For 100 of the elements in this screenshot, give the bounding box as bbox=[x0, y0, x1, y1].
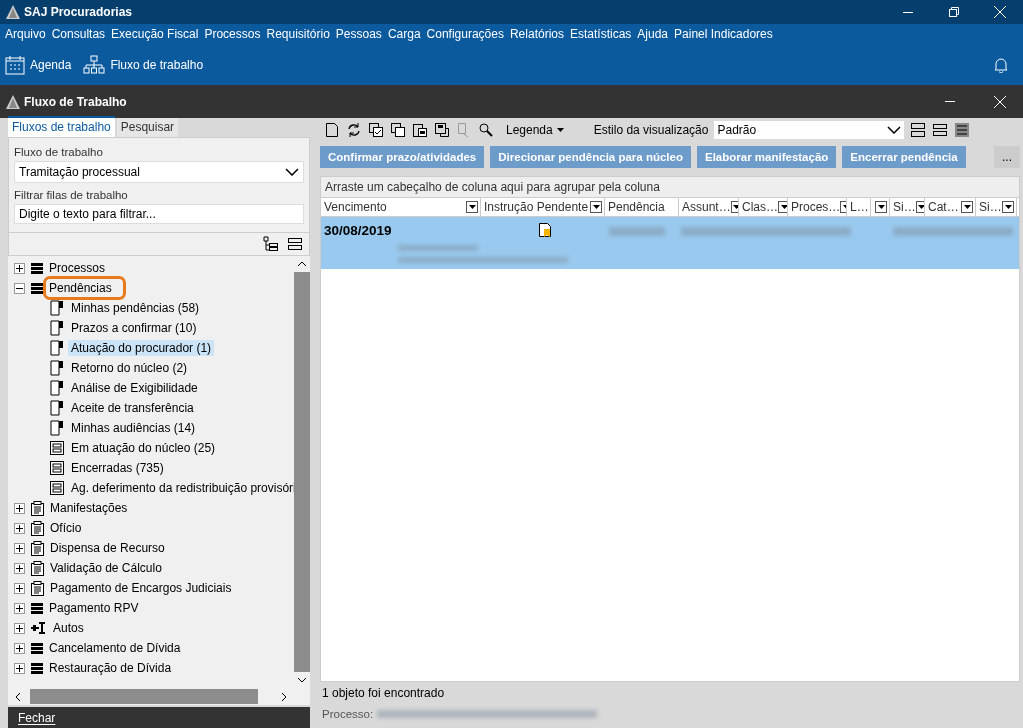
plus-icon bbox=[16, 584, 23, 592]
menu-item[interactable]: Painel Indicadores bbox=[672, 27, 777, 41]
column-header[interactable]: Si… bbox=[890, 198, 925, 216]
filter-dropdown[interactable] bbox=[875, 201, 887, 213]
app-logo-icon bbox=[6, 5, 20, 19]
plus-icon bbox=[16, 524, 23, 532]
menu-item[interactable]: Execução Fiscal bbox=[109, 27, 203, 41]
view-style-dropdown[interactable]: Padrão bbox=[714, 121, 905, 139]
filter-dropdown[interactable] bbox=[466, 201, 478, 213]
document-flag-icon bbox=[50, 340, 64, 356]
menu-item[interactable]: Requisitório bbox=[264, 27, 334, 41]
tree-item[interactable]: Pagamento de Encargos Judiciais bbox=[48, 580, 234, 596]
menu-item[interactable]: Ajuda bbox=[635, 27, 673, 41]
tree-item[interactable]: Retorno do núcleo (2) bbox=[68, 360, 191, 376]
tree-item[interactable]: Cancelamento de Dívida bbox=[47, 640, 183, 656]
chevron-right-icon[interactable] bbox=[280, 691, 288, 702]
expand-toggle[interactable] bbox=[14, 662, 25, 674]
bell-icon[interactable] bbox=[994, 56, 1008, 73]
paste-icon[interactable] bbox=[412, 122, 428, 138]
tree-item[interactable]: Minhas audiências (14) bbox=[68, 420, 199, 436]
more-button[interactable]: ... bbox=[994, 146, 1020, 168]
clipboard-icon bbox=[31, 520, 44, 536]
new-document-icon[interactable] bbox=[324, 122, 340, 138]
close-icon[interactable] bbox=[994, 6, 1006, 18]
tree-view-icon[interactable] bbox=[263, 236, 279, 252]
tree-item[interactable]: Em atuação do núcleo (25) bbox=[68, 440, 219, 456]
clipboard-icon bbox=[31, 540, 44, 556]
tree-item[interactable]: Dispensa de Recurso bbox=[48, 540, 167, 556]
filter-dropdown[interactable] bbox=[778, 201, 787, 213]
expand-toggle[interactable] bbox=[14, 522, 25, 534]
tree-item[interactable]: Atuação do procurador (1) bbox=[68, 340, 215, 356]
tree-item[interactable]: Encerradas (735) bbox=[68, 460, 167, 476]
toolbar-button[interactable]: Agenda bbox=[30, 57, 72, 72]
column-header[interactable]: Pendência bbox=[605, 198, 679, 216]
column-header[interactable]: Vencimento bbox=[321, 198, 481, 216]
tree-item[interactable]: Análise de Exigibilidade bbox=[68, 380, 201, 396]
workflow-dropdown[interactable]: Tramitação processual bbox=[14, 161, 304, 183]
filter-dropdown[interactable] bbox=[915, 201, 924, 213]
menu-item[interactable]: Arquivo bbox=[3, 27, 50, 41]
plus-icon bbox=[16, 624, 23, 632]
column-header[interactable]: Instrução Pendente bbox=[481, 198, 605, 216]
legend-dropdown[interactable]: Legenda bbox=[506, 123, 564, 137]
tree-item[interactable]: Restauração de Dívida bbox=[47, 660, 174, 676]
tree-item[interactable]: Ofício bbox=[48, 520, 84, 536]
close-button[interactable]: Fechar bbox=[8, 707, 310, 728]
tree-item[interactable]: Pagamento RPV bbox=[47, 600, 141, 616]
filter-dropdown[interactable] bbox=[590, 201, 602, 213]
tree-item[interactable]: Processos bbox=[47, 260, 108, 276]
filter-input[interactable]: Digite o texto para filtrar... bbox=[14, 204, 304, 224]
tree-item[interactable]: Ag. deferimento da redistribuição provisóri bbox=[68, 480, 294, 496]
expand-toggle[interactable] bbox=[14, 602, 25, 614]
close-icon[interactable] bbox=[994, 95, 1006, 108]
filter-dropdown[interactable] bbox=[1002, 201, 1014, 213]
checked-copy-icon[interactable] bbox=[368, 122, 384, 138]
menu-item[interactable]: Carga bbox=[385, 27, 425, 41]
chevron-left-icon[interactable] bbox=[14, 691, 22, 702]
tree-item[interactable]: Aceite de transferência bbox=[68, 400, 197, 416]
toolbar-button[interactable]: Fluxo de trabalho bbox=[110, 57, 204, 72]
tree-item[interactable]: Prazos a confirmar (10) bbox=[68, 320, 200, 336]
window-title: SAJ Procuradorias bbox=[24, 5, 133, 19]
tab[interactable]: Pesquisar bbox=[116, 118, 179, 137]
menu-item[interactable]: Configurações bbox=[424, 27, 508, 41]
tab[interactable]: Fluxos de trabalho bbox=[8, 116, 115, 137]
grid-settings-icon[interactable] bbox=[954, 122, 971, 138]
expand-toggle[interactable] bbox=[14, 622, 25, 634]
copy-icon[interactable] bbox=[390, 122, 406, 138]
menu-item[interactable]: Relatórios bbox=[507, 27, 568, 41]
column-header[interactable]: Proces… bbox=[788, 198, 847, 216]
column-header[interactable]: L… bbox=[847, 198, 871, 216]
collapse-toggle[interactable] bbox=[14, 282, 25, 294]
menu-item[interactable]: Estatísticas bbox=[568, 27, 636, 41]
tree-item[interactable]: Validação de Cálculo bbox=[48, 560, 164, 576]
menu-item[interactable]: Consultas bbox=[49, 27, 110, 41]
layout-icon[interactable] bbox=[932, 122, 949, 138]
filter-dropdown[interactable] bbox=[961, 201, 973, 213]
expand-toggle[interactable] bbox=[14, 582, 25, 594]
table-row[interactable]: 30/08/2019 bbox=[321, 217, 1019, 269]
plus-icon bbox=[16, 664, 23, 672]
column-header[interactable]: Si… bbox=[976, 198, 1017, 216]
expand-toggle[interactable] bbox=[14, 542, 25, 554]
tree-item[interactable]: Minhas pendências (58) bbox=[68, 300, 203, 316]
expand-toggle[interactable] bbox=[14, 262, 25, 274]
view-style-label: Estilo da visualização bbox=[593, 123, 709, 137]
column-header[interactable]: Clas… bbox=[739, 198, 788, 216]
save-icon[interactable] bbox=[434, 122, 450, 138]
column-header[interactable]: Assunt… bbox=[679, 198, 739, 216]
collapse-icon[interactable] bbox=[287, 236, 303, 252]
form-icon bbox=[50, 481, 64, 495]
column-header[interactable]: Cat… bbox=[925, 198, 976, 216]
menu-item[interactable]: Processos bbox=[202, 27, 265, 41]
tree-item[interactable]: Autos bbox=[51, 620, 86, 636]
restore-icon[interactable] bbox=[949, 7, 959, 17]
minimize-icon[interactable] bbox=[903, 11, 913, 13]
expand-toggle[interactable] bbox=[14, 502, 25, 514]
refresh-icon[interactable] bbox=[346, 122, 362, 138]
tree-item[interactable]: Manifestações bbox=[48, 500, 130, 516]
menu-item[interactable]: Pessoas bbox=[333, 27, 386, 41]
expand-toggle[interactable] bbox=[14, 562, 25, 574]
split-view-icon[interactable] bbox=[910, 122, 927, 138]
expand-toggle[interactable] bbox=[14, 642, 25, 654]
